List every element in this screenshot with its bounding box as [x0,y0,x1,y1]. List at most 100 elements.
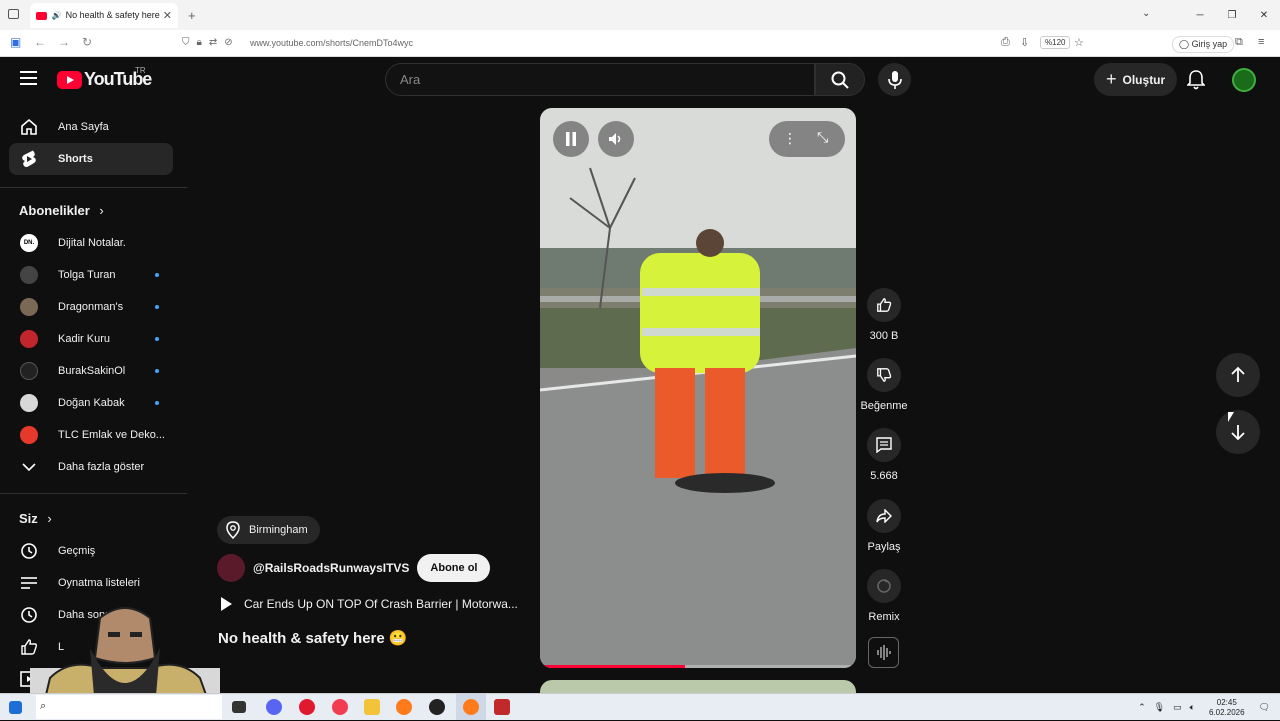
network-icon[interactable]: ▭ [1173,702,1182,713]
chevron-right-icon: › [99,203,104,218]
permissions-icon[interactable]: ⇄ [209,37,217,48]
thumbs-up-icon [867,288,901,322]
youtube-favicon-icon [36,11,47,20]
menu-icon[interactable]: ≡ [1258,36,1264,48]
comments-button[interactable]: 5.668 [860,428,908,482]
screenshot-icon[interactable]: ⎙ [1001,36,1010,49]
create-button[interactable]: + Oluştur [1094,63,1178,96]
new-content-dot [155,273,159,277]
location-chip[interactable]: Birmingham [217,516,320,544]
fullscreen-icon[interactable]: ⤡ [817,129,828,146]
sidebar-item-channel[interactable]: Doğan Kabak [9,387,173,419]
opera-gx-icon[interactable] [332,699,348,715]
tab-list-chevron-icon[interactable]: ⌄ [1142,8,1150,19]
video-progress-bar[interactable] [540,665,856,668]
hamburger-menu-icon[interactable] [20,71,37,89]
previous-short-button[interactable] [1216,353,1260,397]
speaker-icon[interactable]: 🔈︎ [1190,702,1195,713]
signin-button[interactable]: ◯ Giriş yap [1172,36,1235,53]
subscribe-button[interactable]: Abone ol [417,554,491,582]
channel-avatar [20,426,38,444]
sidebar-item-home[interactable]: Ana Sayfa [9,111,173,143]
taskbar-search-box[interactable] [36,695,222,719]
sidebar-item-playlists[interactable]: Oynatma listeleri [9,567,173,599]
sound-source-button[interactable] [868,637,899,668]
back-icon[interactable]: ← [34,35,46,49]
autoplay-blocked-icon[interactable]: ⊘ [224,37,232,48]
share-button[interactable]: Paylaş [860,499,908,553]
firefox-icon[interactable] [396,699,412,715]
opera-icon[interactable] [299,699,315,715]
sidebar-divider [0,493,187,494]
next-short-preview[interactable] [540,680,856,694]
shorts-video-player[interactable]: ⋮ ⤡ [540,108,856,668]
account-avatar[interactable] [1232,68,1256,92]
clock-date: 6.02.2026 [1208,707,1245,717]
dislike-button[interactable]: Beğenme [860,358,908,412]
shield-icon[interactable]: ⛉ [182,37,190,48]
clock[interactable]: 02:45 6.02.2026 [1209,698,1245,718]
share-icon [867,499,901,533]
browser-tab-active[interactable]: 🔊 No health & safety here 😬 ✕ [30,3,178,28]
task-view-icon[interactable] [232,701,246,713]
notifications-bell-icon[interactable] [1186,70,1206,95]
extensions-icon[interactable]: ⧉ [1235,36,1243,49]
chevron-down-icon [20,458,38,476]
sidebar-item-channel[interactable]: Kadir Kuru [9,323,173,355]
share-label: Paylaş [867,541,901,553]
channel-name[interactable]: @RailsRoadsRunwaysITVS [253,561,409,575]
forward-icon[interactable]: → [58,35,70,49]
sidebar-item-shorts[interactable]: Shorts [9,143,173,175]
sidebar-item-channel[interactable]: Dragonman's [9,291,173,323]
obs-icon[interactable] [429,699,445,715]
channel-name: Dragonman's [58,301,124,313]
sidebar-item-channel[interactable]: TLC Emlak ve Deko... [9,419,173,451]
close-window-button[interactable]: ✕ [1248,10,1280,21]
microphone-icon [887,70,902,89]
location-pin-icon [226,521,240,539]
search-input[interactable] [400,64,800,95]
sidebar-item-channel[interactable]: Tolga Turan [9,259,173,291]
related-video-link[interactable]: Car Ends Up ON TOP Of Crash Barrier | Mo… [219,597,529,611]
zoom-level[interactable]: %120 [1040,36,1071,49]
thumbs-down-icon [867,358,901,392]
voice-search-button[interactable] [878,63,911,96]
minimize-button[interactable]: ─ [1184,10,1216,21]
discord-icon[interactable] [266,699,282,715]
url-field[interactable]: www.youtube.com/shorts/CnemDTo4wyc [250,38,413,48]
tab-close-icon[interactable]: ✕ [163,9,172,22]
new-tab-button[interactable]: + [188,8,196,23]
arrow-up-icon [1231,367,1245,382]
sidebar-toggle-icon[interactable]: ▣ [10,35,21,49]
search-button[interactable] [815,63,865,96]
microphone-tray-icon[interactable]: 🎙︎ [1154,702,1165,713]
youtube-logo[interactable]: YouTube TR [57,66,152,90]
more-options-icon[interactable]: ⋮ [783,130,797,147]
reload-icon[interactable]: ↻ [82,35,92,49]
sidebar-item-channel[interactable]: BurakSakinOl [9,355,173,387]
tray-chevron-icon[interactable]: ⌃ [1138,702,1146,713]
lock-icon[interactable]: 🔒︎ [197,37,202,48]
next-short-button[interactable] [1216,410,1260,454]
pause-button[interactable] [553,121,589,157]
volume-button[interactable] [598,121,634,157]
download-icon[interactable]: ⇩ [1020,36,1029,49]
channel-avatar[interactable] [217,554,245,582]
bookmark-star-icon[interactable]: ☆ [1074,36,1084,49]
subscriptions-heading[interactable]: Abonelikler › [19,203,104,218]
maximize-button[interactable]: ❐ [1216,10,1248,21]
windows-start-icon[interactable] [9,701,22,714]
audio-playing-icon[interactable]: 🔊 [52,11,62,20]
sidebar-item-channel[interactable]: DN. Dijital Notalar. [9,227,173,259]
like-button[interactable]: 300 B [860,288,908,342]
file-explorer-icon[interactable] [364,699,380,715]
notification-center-icon[interactable]: 🗨︎ [1259,702,1270,713]
sidebar-item-history[interactable]: Geçmiş [9,535,173,567]
comment-count: 5.668 [870,470,898,482]
show-more-button[interactable]: Daha fazla göster [9,451,173,483]
short-title[interactable]: No health & safety here 😬 [218,629,408,647]
tab-overview-icon[interactable] [8,9,19,19]
app-icon[interactable] [494,699,510,715]
remix-button[interactable]: Remix [860,569,908,623]
you-heading[interactable]: Siz › [19,511,52,526]
